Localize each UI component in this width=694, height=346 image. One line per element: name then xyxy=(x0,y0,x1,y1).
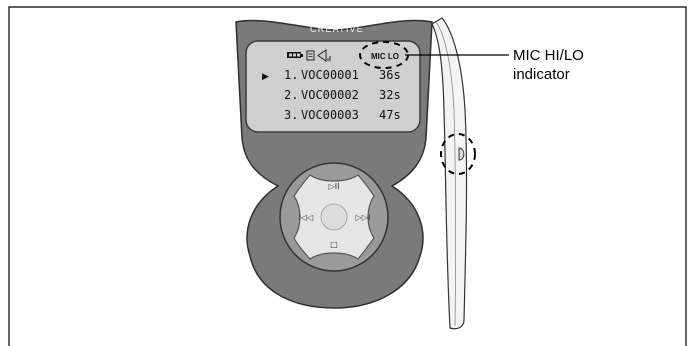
recording-index: 2. xyxy=(284,88,298,102)
mic-level-badge: MIC LO xyxy=(371,52,399,61)
brand-logo: CREATIVE xyxy=(310,24,364,34)
dpad-center xyxy=(320,203,348,231)
next-icon: ▷▷I xyxy=(356,213,371,222)
recording-name: VOC00002 xyxy=(301,88,359,102)
recording-index: 1. xyxy=(284,68,298,82)
next-button[interactable]: ▷▷I xyxy=(356,213,371,222)
navigation-pad: ▷II I◁◁ ▷▷I □ xyxy=(279,162,389,272)
recording-name: VOC00001 xyxy=(301,68,359,82)
recording-index: 3. xyxy=(284,108,298,122)
mp3-player-device: CREATIVE MIC LO ▶ 1. VOC00001 36s 2. VOC… xyxy=(235,19,433,309)
list-item: 3. VOC00003 47s xyxy=(284,108,401,122)
play-pause-button[interactable]: ▷II xyxy=(329,182,340,191)
list-item: 2. VOC00002 32s xyxy=(284,88,401,102)
recording-name: VOC00003 xyxy=(301,108,359,122)
recording-duration: 32s xyxy=(379,88,401,102)
previous-button[interactable]: I◁◁ xyxy=(299,213,314,222)
stop-icon: □ xyxy=(330,240,338,249)
device-side-view xyxy=(431,17,476,330)
figure-frame: CREATIVE MIC LO ▶ 1. VOC00001 36s 2. VOC… xyxy=(8,6,687,346)
callout-label-line1: MIC HI/LO xyxy=(513,47,584,64)
battery-icon xyxy=(287,52,303,58)
play-pause-icon: ▷II xyxy=(329,182,340,191)
recording-duration: 47s xyxy=(379,108,401,122)
selection-marker: ▶ xyxy=(262,72,269,82)
list-item: 1. VOC00001 36s xyxy=(284,68,401,82)
previous-icon: I◁◁ xyxy=(299,213,314,222)
callout-label-line2: indicator xyxy=(513,66,570,83)
recording-duration: 36s xyxy=(379,68,401,82)
recordings-list: 1. VOC00001 36s 2. VOC00002 32s 3. VOC00… xyxy=(284,68,401,122)
stop-button[interactable]: □ xyxy=(330,240,338,249)
